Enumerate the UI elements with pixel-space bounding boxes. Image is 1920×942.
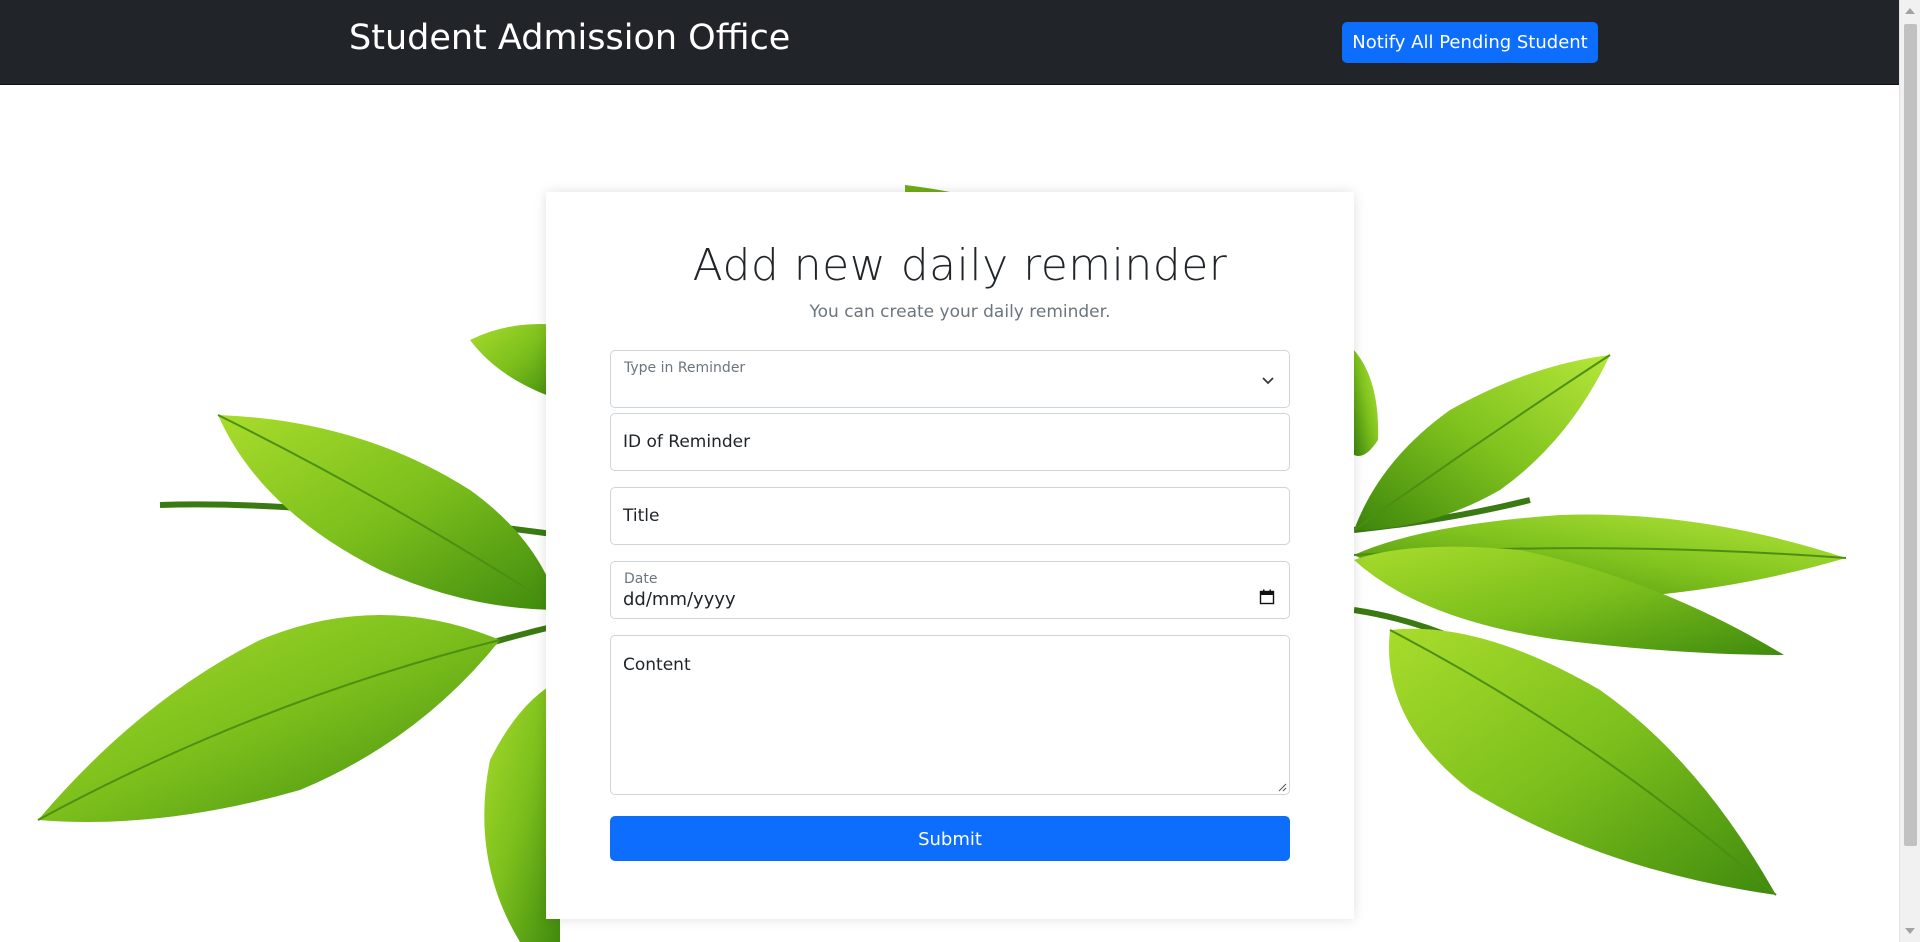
submit-button[interactable]: Submit (610, 816, 1290, 861)
date-label: Date (624, 571, 658, 587)
notify-all-pending-button[interactable]: Notify All Pending Student (1342, 22, 1598, 63)
scroll-up-arrow-icon[interactable] (1905, 8, 1915, 14)
reminder-id-input[interactable]: ID of Reminder (610, 413, 1290, 471)
title-input[interactable]: Title (610, 487, 1290, 545)
calendar-icon[interactable] (1259, 589, 1275, 605)
reminder-type-select[interactable]: Type in Reminder (610, 350, 1290, 408)
reminder-id-placeholder: ID of Reminder (623, 432, 751, 452)
scroll-thumb[interactable] (1904, 24, 1917, 846)
reminder-type-label: Type in Reminder (624, 360, 746, 376)
form-title: Add new daily reminder (692, 240, 1228, 291)
scroll-down-arrow-icon[interactable] (1905, 928, 1915, 934)
content-textarea[interactable]: Content (610, 635, 1290, 795)
resize-grip-icon[interactable] (1277, 782, 1287, 792)
content-placeholder: Content (623, 655, 691, 675)
brand-title[interactable]: Student Admission Office (349, 17, 790, 59)
form-subtitle: You can create your daily reminder. (809, 302, 1111, 322)
title-placeholder: Title (623, 506, 660, 526)
chevron-down-icon (1262, 377, 1274, 385)
top-navbar: Student Admission Office Notify All Pend… (0, 0, 1899, 85)
date-value: dd/mm/yyyy (623, 589, 736, 610)
date-input[interactable]: Date dd/mm/yyyy (610, 561, 1290, 619)
vertical-scrollbar[interactable] (1899, 0, 1920, 942)
